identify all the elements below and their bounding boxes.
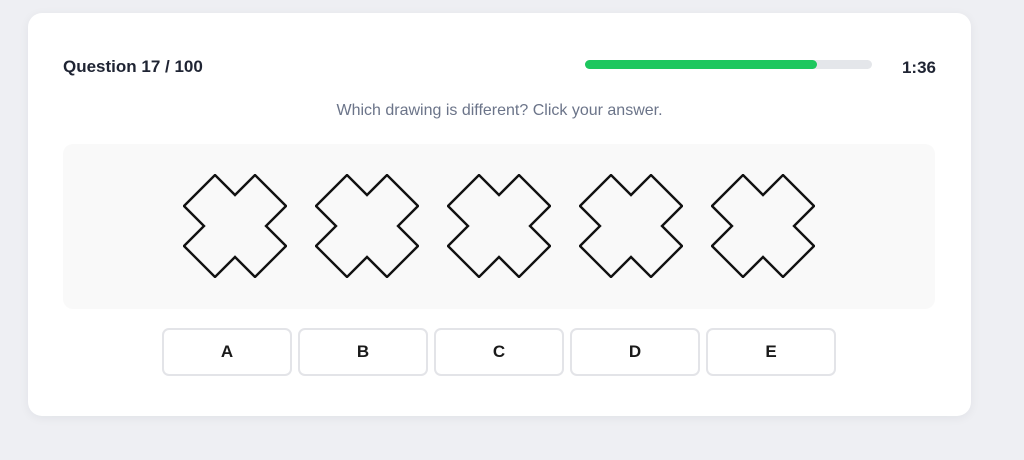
figures-panel xyxy=(63,144,935,309)
answer-options: A B C D E xyxy=(162,328,836,376)
answer-d-button[interactable]: D xyxy=(570,328,700,376)
question-counter: Question 17 / 100 xyxy=(63,57,203,76)
progress-bar-fill xyxy=(585,60,818,69)
answer-e-button[interactable]: E xyxy=(706,328,836,376)
figure-a xyxy=(183,174,287,278)
answer-c-button[interactable]: C xyxy=(434,328,564,376)
figure-d xyxy=(579,174,683,278)
quiz-card: Question 17 / 100 1:36 Which drawing is … xyxy=(28,13,971,416)
answer-b-button[interactable]: B xyxy=(298,328,428,376)
answer-a-button[interactable]: A xyxy=(162,328,292,376)
figure-b xyxy=(315,174,419,278)
timer: 1:36 xyxy=(901,58,936,77)
figure-e xyxy=(711,174,815,278)
figure-c xyxy=(447,174,551,278)
progress-bar xyxy=(585,60,872,69)
question-instruction: Which drawing is different? Click your a… xyxy=(336,102,663,119)
